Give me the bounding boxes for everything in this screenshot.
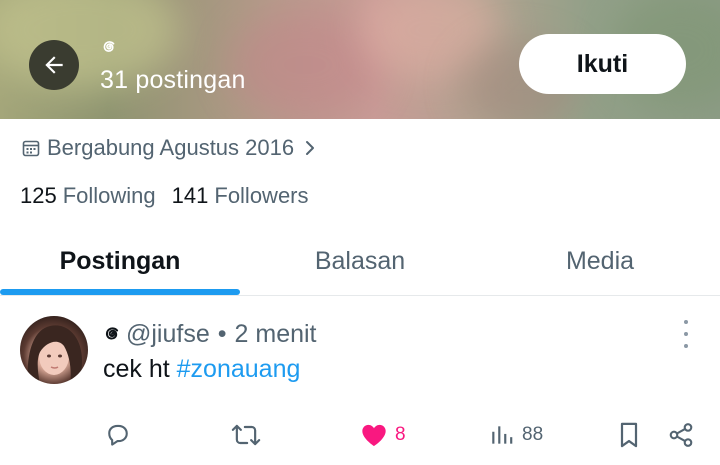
following-label: Following xyxy=(62,183,156,208)
calendar-icon xyxy=(22,139,40,157)
post-handle[interactable]: @jiufse xyxy=(126,320,210,349)
more-options-icon[interactable] xyxy=(676,320,696,348)
spiral-emoji-icon xyxy=(103,41,115,52)
share-button[interactable] xyxy=(667,418,695,452)
tab-postingan[interactable]: Postingan xyxy=(0,230,240,292)
follow-stats: 125 Following 141 Followers xyxy=(20,183,309,209)
joined-date-text: Bergabung Agustus 2016 xyxy=(47,135,295,160)
post-text: cek ht #zonauang xyxy=(103,355,300,384)
joined-date-row[interactable]: Bergabung Agustus 2016 xyxy=(22,133,316,163)
profile-tabs: Postingan Balasan Media xyxy=(0,230,720,296)
share-icon xyxy=(669,423,693,447)
post-separator: • xyxy=(217,319,227,348)
post-text-plain: cek ht xyxy=(103,355,177,383)
post-count: 31 postingan xyxy=(100,66,246,94)
reply-button[interactable] xyxy=(104,418,132,452)
like-count: 8 xyxy=(395,424,406,445)
reply-icon xyxy=(108,424,128,446)
followers-label: Followers xyxy=(214,183,309,208)
bookmark-button[interactable] xyxy=(617,418,641,452)
avatar[interactable] xyxy=(20,316,88,384)
tab-media[interactable]: Media xyxy=(480,230,720,292)
repost-icon xyxy=(231,424,261,446)
heart-icon xyxy=(362,424,386,447)
post-header: @jiufse • 2 menit xyxy=(103,318,317,350)
view-count: 88 xyxy=(522,424,544,445)
bar-chart-icon xyxy=(492,426,513,444)
following-count: 125 xyxy=(20,183,57,208)
post-time[interactable]: 2 menit xyxy=(235,320,317,349)
back-button[interactable] xyxy=(29,40,79,90)
back-arrow-icon xyxy=(45,56,63,74)
profile-banner: 31 postingan Ikuti xyxy=(0,0,720,119)
following-link[interactable]: 125 Following xyxy=(20,183,156,209)
like-button[interactable]: 8 xyxy=(360,418,406,452)
spiral-emoji-icon xyxy=(105,327,119,340)
repost-button[interactable] xyxy=(230,418,262,452)
bookmark-icon xyxy=(620,422,638,448)
tab-balasan[interactable]: Balasan xyxy=(240,230,480,292)
chevron-right-icon xyxy=(304,139,316,157)
followers-count: 141 xyxy=(171,183,209,208)
follow-button[interactable]: Ikuti xyxy=(519,34,686,94)
hashtag-link[interactable]: #zonauang xyxy=(177,355,301,383)
views-button[interactable]: 88 xyxy=(489,418,543,452)
followers-link[interactable]: 141 Followers xyxy=(172,183,309,209)
divider xyxy=(0,295,720,296)
